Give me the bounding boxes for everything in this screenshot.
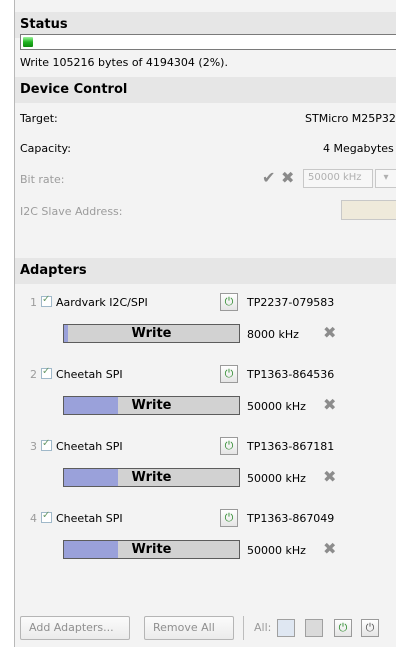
power-icon[interactable]: ⏻	[220, 365, 238, 383]
remove-adapter-icon[interactable]: ✖	[323, 323, 336, 342]
all-power-on-icon[interactable]: ⏻	[334, 619, 352, 637]
write-label: Write	[131, 398, 172, 413]
capacity-label: Capacity:	[20, 142, 71, 155]
all-label: All:	[254, 621, 272, 634]
adapter-rate: 50000 kHz	[247, 400, 306, 413]
adapter-name: Cheetah SPI	[56, 440, 123, 453]
adapter-name: Cheetah SPI	[56, 368, 123, 381]
adapter-checkbox[interactable]	[41, 510, 52, 523]
adapter-name: Cheetah SPI	[56, 512, 123, 525]
adapter-checkbox[interactable]	[41, 366, 52, 379]
device-control-header: Device Control	[15, 77, 396, 103]
adapters-header: Adapters	[15, 258, 396, 284]
write-progress-bar[interactable]: Write	[63, 324, 240, 343]
write-label: Write	[131, 470, 172, 485]
write-progress-bar[interactable]: Write	[63, 468, 240, 487]
adapter-checkbox[interactable]	[41, 438, 52, 451]
adapter-checkbox[interactable]	[41, 294, 52, 307]
bitrate-select-value: 50000 kHz	[308, 172, 362, 183]
power-icon[interactable]: ⏻	[220, 293, 238, 311]
adapter-rate: 50000 kHz	[247, 544, 306, 557]
all-uncheck-button[interactable]	[305, 619, 323, 637]
remove-adapter-icon[interactable]: ✖	[323, 467, 336, 486]
target-value: STMicro M25P32	[305, 112, 396, 125]
adapter-rate: 50000 kHz	[247, 472, 306, 485]
power-icon[interactable]: ⏻	[220, 437, 238, 455]
adapter-serial: TP1363-864536	[247, 368, 335, 381]
power-icon[interactable]: ⏻	[220, 509, 238, 527]
write-label: Write	[131, 326, 172, 341]
x-icon[interactable]: ✖	[281, 168, 294, 187]
chevron-down-icon[interactable]: ▾	[375, 169, 396, 188]
adapter-serial: TP1363-867049	[247, 512, 335, 525]
adapter-rate: 8000 kHz	[247, 328, 299, 341]
footer-separator	[243, 616, 244, 640]
adapter-index: 1	[30, 296, 37, 309]
target-label: Target:	[20, 112, 58, 125]
status-progress-fill	[23, 37, 33, 47]
app-panel: Status Write 105216 bytes of 4194304 (2%…	[14, 0, 396, 647]
status-progress-bar	[20, 34, 396, 50]
capacity-value: 4 Megabytes	[323, 142, 394, 155]
adapter-index: 3	[30, 440, 37, 453]
adapter-index: 4	[30, 512, 37, 525]
all-check-button[interactable]	[277, 619, 295, 637]
write-label: Write	[131, 542, 172, 557]
adapter-index: 2	[30, 368, 37, 381]
adapter-name: Aardvark I2C/SPI	[56, 296, 148, 309]
add-adapters-button[interactable]: Add Adapters...	[20, 616, 130, 640]
write-progress-bar[interactable]: Write	[63, 396, 240, 415]
remove-all-button[interactable]: Remove All	[144, 616, 234, 640]
bitrate-label: Bit rate:	[20, 173, 65, 186]
adapter-serial: TP2237-079583	[247, 296, 335, 309]
status-message: Write 105216 bytes of 4194304 (2%).	[20, 56, 228, 69]
check-icon[interactable]: ✔	[262, 168, 275, 187]
remove-adapter-icon[interactable]: ✖	[323, 395, 336, 414]
adapter-serial: TP1363-867181	[247, 440, 335, 453]
all-power-off-icon[interactable]: ⏻	[361, 619, 379, 637]
i2c-address-field[interactable]	[341, 200, 396, 220]
i2c-address-label: I2C Slave Address:	[20, 205, 123, 218]
remove-adapter-icon[interactable]: ✖	[323, 539, 336, 558]
bitrate-select[interactable]: 50000 kHz	[303, 169, 373, 188]
write-progress-bar[interactable]: Write	[63, 540, 240, 559]
